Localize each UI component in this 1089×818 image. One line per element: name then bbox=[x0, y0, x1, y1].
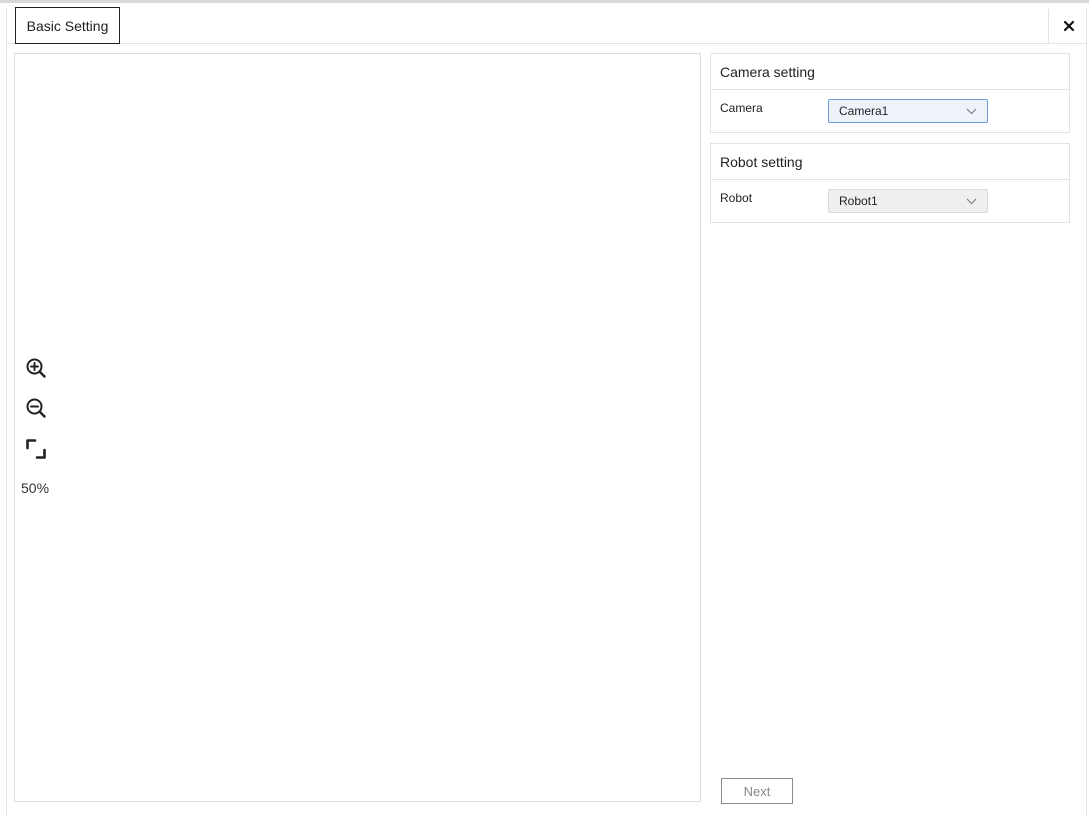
robot-select-value: Robot1 bbox=[839, 194, 878, 208]
camera-label: Camera bbox=[720, 101, 763, 115]
robot-row: Robot Robot1 bbox=[711, 180, 1069, 222]
chevron-down-icon bbox=[966, 108, 977, 115]
zoom-level-readout: 50% bbox=[21, 480, 50, 496]
close-icon bbox=[1063, 20, 1074, 32]
camera-row: Camera Camera1 bbox=[711, 90, 1069, 132]
robot-select[interactable]: Robot1 bbox=[828, 189, 988, 213]
close-button[interactable] bbox=[1048, 9, 1088, 43]
chevron-down-icon bbox=[966, 198, 977, 205]
image-viewer[interactable]: 50% bbox=[14, 53, 701, 802]
next-button-label: Next bbox=[743, 783, 771, 799]
robot-setting-title: Robot setting bbox=[711, 144, 1069, 180]
robot-label: Robot bbox=[720, 191, 753, 205]
tab-bar-divider bbox=[6, 43, 1087, 44]
camera-select[interactable]: Camera1 bbox=[828, 99, 988, 123]
zoom-in-button[interactable] bbox=[25, 357, 47, 379]
camera-setting-panel: Camera setting Camera Camera1 bbox=[710, 53, 1070, 133]
robot-setting-panel: Robot setting Robot Robot1 bbox=[710, 143, 1070, 223]
tab-basic-setting[interactable]: Basic Setting bbox=[15, 7, 120, 44]
zoom-out-icon bbox=[26, 398, 46, 418]
zoom-out-button[interactable] bbox=[25, 397, 47, 419]
fit-view-button[interactable] bbox=[25, 438, 47, 460]
window-top-border bbox=[0, 0, 1089, 3]
next-button[interactable]: Next bbox=[721, 778, 793, 804]
tab-label: Basic Setting bbox=[26, 17, 109, 34]
camera-select-value: Camera1 bbox=[839, 104, 889, 118]
zoom-in-icon bbox=[26, 358, 46, 378]
fit-view-icon bbox=[26, 439, 46, 459]
camera-setting-title: Camera setting bbox=[711, 54, 1069, 90]
